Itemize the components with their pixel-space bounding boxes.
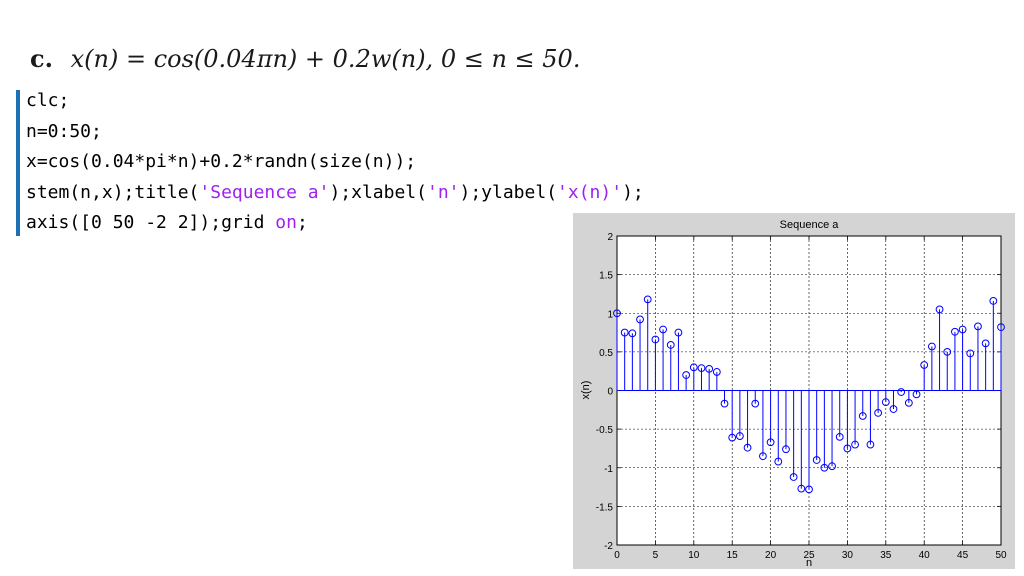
x-tick-label: 45 <box>957 550 969 561</box>
problem-heading: c. x(n) = cos(0.04πn) + 0.2w(n), 0 ≤ n ≤… <box>30 44 580 73</box>
code-string: on <box>275 212 297 233</box>
x-axis-label: n <box>806 557 812 569</box>
y-tick-label: 1 <box>607 309 613 320</box>
x-tick-label: 15 <box>727 550 739 561</box>
matlab-figure: 0 5 10 15 20 25 30 35 40 45 50 -2 -1.5 -1 -0.5 0 0.5 1 1.5… <box>573 213 1015 569</box>
code-text: stem(n,x);title( <box>26 181 200 203</box>
problem-label: c. <box>30 44 53 73</box>
y-tick-label: 1.5 <box>599 271 613 282</box>
y-tick-label: 0.5 <box>599 348 613 359</box>
code-block-marker <box>16 90 20 236</box>
code-text: clc; <box>26 90 70 111</box>
code-string: 'Sequence a' <box>199 181 330 203</box>
code-text: ); <box>622 181 644 203</box>
code-text: );xlabel( <box>329 181 427 203</box>
x-tick-label: 30 <box>842 550 854 561</box>
code-line: stem(n,x);title('Sequence a');xlabel('n'… <box>26 178 644 209</box>
y-tick-label: 0 <box>607 387 613 398</box>
x-tick-label: 20 <box>765 550 777 561</box>
x-tick-label: 50 <box>995 550 1007 561</box>
x-tick-label: 0 <box>614 550 620 561</box>
code-text: );ylabel( <box>459 181 558 203</box>
code-text: axis([0 50 -2 2]);grid <box>26 212 276 233</box>
y-axis-label: x(n) <box>580 381 592 400</box>
code-text: ; <box>296 212 308 233</box>
code-text: n=0:50; <box>26 120 102 142</box>
x-tick-label: 40 <box>919 550 931 561</box>
x-tick-label: 35 <box>880 550 892 561</box>
problem-equation: x(n) = cos(0.04πn) + 0.2w(n), 0 ≤ n ≤ 50… <box>70 45 581 73</box>
code-line: n=0:50; <box>26 117 644 148</box>
code-line: axis([0 50 -2 2]);grid on; <box>26 208 644 239</box>
y-tick-label: -2 <box>604 541 613 552</box>
matlab-code-block: clc; n=0:50; x=cos(0.04*pi*n)+0.2*randn(si… <box>26 86 644 239</box>
y-tick-label: -1.5 <box>596 502 614 513</box>
code-line: clc; <box>26 86 644 117</box>
stem-chart: 0 5 10 15 20 25 30 35 40 45 50-2-1.5-1-0.500.511.5… <box>580 219 1007 569</box>
code-string: 'x(n)' <box>557 181 623 203</box>
y-tick-label: -0.5 <box>596 425 614 436</box>
x-tick-label: 10 <box>688 550 700 561</box>
y-tick-label: -1 <box>604 464 613 475</box>
y-tick-label: 2 <box>607 232 613 243</box>
x-tick-label: 5 <box>653 550 659 561</box>
code-string: 'n' <box>426 181 460 203</box>
code-text: x=cos(0.04*pi*n)+0.2*randn(size(n)); <box>26 151 417 172</box>
code-line: x=cos(0.04*pi*n)+0.2*randn(size(n)); <box>26 147 644 178</box>
chart-title: Sequence a <box>780 219 840 231</box>
